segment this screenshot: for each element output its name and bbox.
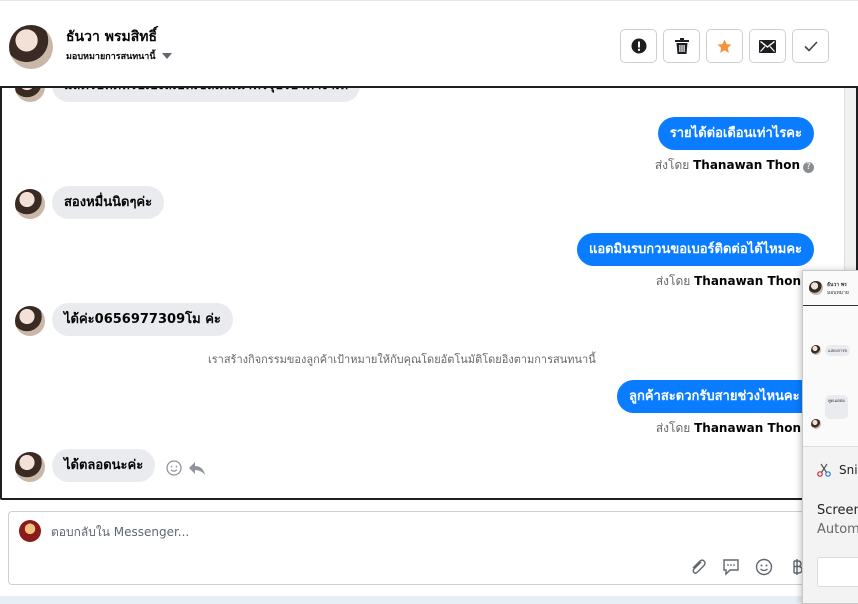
contact-avatar <box>15 88 45 102</box>
screenshot-thumbnail[interactable]: ธันวา พร มอบหมาย แสดงการข พูดเมตตอ <box>803 271 858 447</box>
composer-tools <box>687 556 808 578</box>
conversation-header: ธันวา พรมสิทธิ์ มอบหมายการสนทนานี้ <box>0 0 858 86</box>
alert-icon <box>631 38 646 54</box>
assign-conversation-dropdown[interactable]: มอบหมายการสนทนานี้ <box>66 49 172 63</box>
incoming-message: ได้ค่ะ0656977309โม ค่ะ <box>52 303 233 336</box>
snipping-tool-panel: Sni Screen Autom <box>803 447 858 603</box>
sender-name: Thanawan Thon <box>694 274 801 288</box>
outgoing-message: ลูกค้าสะดวกรับสายช่วงไหนคะ <box>617 380 812 413</box>
envelope-icon <box>759 39 776 53</box>
thumb-bubble: พูดเมตตอ <box>825 395 848 419</box>
contact-avatar <box>15 189 45 219</box>
paperclip-icon <box>692 559 706 574</box>
thumb-avatar <box>811 345 821 355</box>
outgoing-message: แอดมินรบกวนขอเบอร์ติดต่อได้ไหมคะ <box>576 233 814 266</box>
delete-button[interactable] <box>663 29 700 63</box>
snipping-tool-notification[interactable]: ธันวา พร มอบหมาย แสดงการข พูดเมตตอ Sni S… <box>802 270 858 604</box>
star-icon <box>717 38 732 53</box>
sent-by-prefix: ส่งโดย <box>655 421 691 435</box>
thumb-avatar <box>809 281 823 295</box>
snip-app-row: Sni <box>817 463 858 477</box>
reply-icon[interactable] <box>188 461 206 476</box>
message-actions <box>166 460 206 476</box>
footer-strip <box>0 596 858 604</box>
snip-title: Screen <box>817 503 858 518</box>
page-avatar <box>19 520 41 542</box>
trash-icon <box>674 38 689 54</box>
incoming-message: มีสตรบทิตหรบเบงลเบทเข่ลเดมนาทรรุบ่รบำทาง… <box>52 88 361 102</box>
mark-unread-button[interactable] <box>749 29 786 63</box>
check-icon <box>803 40 818 52</box>
assign-label: มอบหมายการสนทนานี้ <box>66 52 156 62</box>
thumb-avatar <box>811 419 821 429</box>
system-notice: เราสร้างกิจกรรมของลูกค้าเป้าหมายให้กับคุ… <box>208 353 596 366</box>
incoming-message: ได้ตลอดนะค่ะ <box>52 449 156 482</box>
emoji-button[interactable] <box>753 556 775 578</box>
snip-app-name: Sni <box>839 463 858 477</box>
attach-button[interactable] <box>687 556 709 578</box>
sent-by-label: ส่งโดย Thanawan Thon <box>656 272 801 291</box>
thumb-divider <box>803 305 858 306</box>
snip-subtitle: Autom <box>817 522 858 537</box>
sender-name: Thanawan Thon <box>694 421 801 435</box>
contact-name[interactable]: ธันวา พรมสิทธิ์ <box>66 26 157 48</box>
sent-by-prefix: ส่งโดย <box>654 158 690 172</box>
reply-input[interactable] <box>51 523 551 541</box>
scissors-icon <box>817 463 831 477</box>
emoji-react-icon[interactable] <box>166 460 182 476</box>
smiley-icon <box>755 558 773 576</box>
mark-spam-button[interactable] <box>620 29 657 63</box>
saved-replies-button[interactable] <box>720 556 742 578</box>
star-button[interactable] <box>706 29 743 63</box>
snip-action-button[interactable] <box>817 557 858 587</box>
sent-by-label: ส่งโดย Thanawan Thon <box>656 419 801 438</box>
message-thread[interactable]: มีสตรบทิตหรบเบงลเบทเข่ลเดมนาทรรุบ่รบำทาง… <box>0 86 858 500</box>
thumb-name: ธันวา พร <box>827 282 847 288</box>
sender-name: Thanawan Thon <box>693 158 800 172</box>
contact-avatar <box>15 306 45 336</box>
sent-by-prefix: ส่งโดย <box>655 274 691 288</box>
thumb-sub: มอบหมาย <box>827 290 849 296</box>
incoming-message: สองหมื่นนิดๆค่ะ <box>52 186 165 219</box>
thumb-bubble: แสดงการข <box>825 345 851 356</box>
help-icon[interactable]: ? <box>803 162 814 173</box>
reply-composer <box>8 511 816 585</box>
contact-avatar <box>15 452 45 482</box>
mark-done-button[interactable] <box>792 29 829 63</box>
chat-bubble-icon <box>723 559 739 576</box>
caret-down-icon <box>161 53 172 59</box>
contact-avatar[interactable] <box>9 25 53 69</box>
outgoing-message: รายได้ต่อเดือนเท่าไรคะ <box>657 117 814 150</box>
sent-by-label: ส่งโดย Thanawan Thon? <box>655 156 814 175</box>
header-actions <box>620 29 829 63</box>
